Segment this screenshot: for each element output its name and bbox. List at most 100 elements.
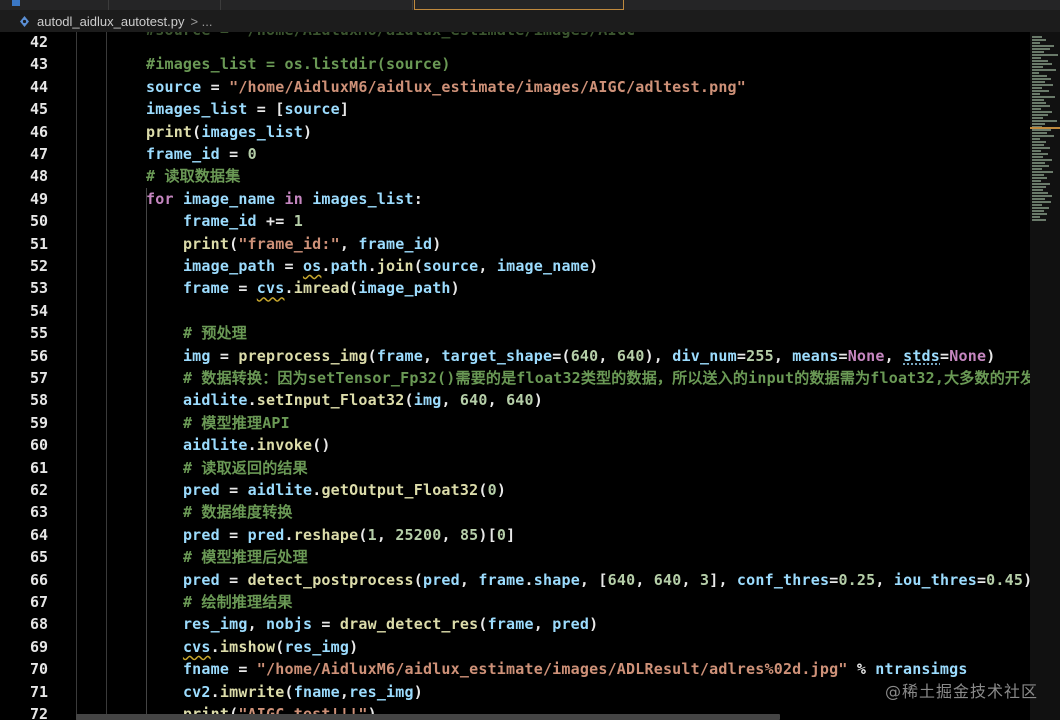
minimap-line <box>1032 138 1040 140</box>
minimap-line <box>1032 219 1046 221</box>
line-number: 72 <box>29 705 48 720</box>
line-number: 58 <box>29 391 48 410</box>
code-editor[interactable]: #source = "/home/AidluxM6/aidlux_estimat… <box>0 32 1030 720</box>
minimap-line <box>1032 54 1058 56</box>
line-number: 48 <box>29 167 48 186</box>
minimap-line <box>1032 69 1056 71</box>
minimap-line <box>1032 99 1044 101</box>
code-line: 60 aidlite.invoke() <box>0 434 1030 456</box>
minimap-line <box>1032 144 1044 146</box>
minimap-line <box>1032 75 1047 77</box>
minimap-line <box>1032 156 1043 158</box>
editor-tab[interactable] <box>222 0 413 10</box>
code-line: 48 # 读取数据集 <box>0 165 1030 187</box>
minimap-line <box>1032 198 1045 200</box>
minimap-line <box>1032 78 1051 80</box>
code-line: 54 <box>0 300 1030 322</box>
minimap-line <box>1032 171 1053 173</box>
code-line: 68 res_img, nobjs = draw_detect_res(fram… <box>0 613 1030 635</box>
minimap-line <box>1032 204 1042 206</box>
minimap-line <box>1032 210 1044 212</box>
line-number: 52 <box>29 257 48 275</box>
code-line: 53 frame = cvs.imread(image_path) <box>0 277 1030 299</box>
code-line: 45 images_list = [source] <box>0 98 1030 120</box>
line-number: 53 <box>29 279 48 298</box>
code-text: frame_id += 1 <box>182 212 303 231</box>
minimap-line <box>1032 168 1042 170</box>
code-line: 67 # 绘制推理结果 <box>0 591 1030 613</box>
minimap-line <box>1032 39 1046 41</box>
code-line: 58 aidlite.setInput_Float32(img, 640, 64… <box>0 389 1030 411</box>
line-number: 44 <box>29 77 48 96</box>
code-text: # 模型推理API <box>182 413 290 432</box>
minimap-line <box>1032 87 1042 89</box>
code-text: image_path = os.path.join(source, image_… <box>182 257 599 275</box>
line-number: 59 <box>29 413 48 432</box>
minimap-line <box>1032 177 1047 179</box>
breadcrumb-filename[interactable]: autodl_aidlux_autotest.py <box>37 14 184 29</box>
minimap-line <box>1032 84 1053 86</box>
code-text: pred = detect_postprocess(pred, frame.sh… <box>182 570 1030 589</box>
line-number: 49 <box>29 189 48 208</box>
breadcrumb: autodl_aidlux_autotest.py > ... <box>0 10 1060 32</box>
minimap-line <box>1032 192 1048 194</box>
code-line: 64 pred = pred.reshape(1, 25200, 85)[0] <box>0 524 1030 546</box>
minimap-line <box>1032 51 1044 53</box>
minimap-line <box>1032 66 1043 68</box>
code-text: source = "/home/AidluxM6/aidlux_estimate… <box>146 77 747 96</box>
code-text: print(images_list) <box>146 122 313 141</box>
code-text: aidlite.invoke() <box>182 436 331 455</box>
minimap-line <box>1032 57 1041 59</box>
code-line: 44 source = "/home/AidluxM6/aidlux_estima… <box>0 76 1030 98</box>
line-number: 46 <box>29 122 48 141</box>
minimap-line <box>1032 150 1041 152</box>
minimap-line <box>1032 201 1051 203</box>
editor-tab[interactable] <box>0 0 109 10</box>
line-number: 68 <box>29 615 48 634</box>
code-line: 56 img = preprocess_img(frame, target_sh… <box>0 345 1030 367</box>
code-text: # 数据转换：因为setTensor_Fp32()需要的是float32类型的数… <box>182 369 1030 387</box>
minimap-line <box>1032 213 1047 215</box>
editor-tab-strip <box>0 0 1060 10</box>
line-number: 70 <box>29 660 48 679</box>
code-text: # 读取返回的结果 <box>182 458 308 477</box>
line-number: 64 <box>29 525 48 544</box>
watermark: @稀土掘金技术社区 <box>884 682 1038 701</box>
code-line: 71 cv2.imwrite(fname,res_img) <box>0 681 1030 703</box>
line-number: 42 <box>29 33 48 51</box>
line-number: 60 <box>29 436 48 455</box>
minimap-line <box>1032 159 1052 161</box>
code-text: res_img, nobjs = draw_detect_res(frame, … <box>182 615 599 634</box>
minimap-line <box>1032 120 1057 122</box>
minimap-line <box>1032 63 1052 65</box>
minimap-line <box>1032 72 1039 74</box>
code-line: 63 # 数据维度转换 <box>0 501 1030 523</box>
line-number: 54 <box>29 301 48 320</box>
code-text: # 绘制推理结果 <box>182 593 293 611</box>
horizontal-scrollbar[interactable] <box>76 714 780 720</box>
minimap-line <box>1032 216 1040 218</box>
minimap-line <box>1032 186 1046 188</box>
editor-tab[interactable] <box>110 0 221 10</box>
code-line: 69 cvs.imshow(res_img) <box>0 636 1030 658</box>
editor-tab-active[interactable] <box>414 0 624 10</box>
line-number: 61 <box>29 458 48 477</box>
minimap-line <box>1032 174 1044 176</box>
line-number: 66 <box>29 570 48 589</box>
minimap-line <box>1032 162 1045 164</box>
file-icon <box>12 0 20 6</box>
code-line: 47 frame_id = 0 <box>0 143 1030 165</box>
minimap[interactable] <box>1030 32 1060 720</box>
minimap-line <box>1032 129 1051 131</box>
code-text: pred = pred.reshape(1, 25200, 85)[0] <box>182 525 516 544</box>
code-line: 62 pred = aidlite.getOutput_Float32(0) <box>0 479 1030 501</box>
line-number: 50 <box>29 212 48 231</box>
code-text: print("frame_id:", frame_id) <box>182 234 442 253</box>
breadcrumb-separator[interactable]: > ... <box>190 14 212 29</box>
code-line: 55 # 预处理 <box>0 322 1030 344</box>
line-number: 45 <box>29 100 48 119</box>
code-text: # 预处理 <box>182 324 247 343</box>
minimap-line <box>1032 180 1041 182</box>
line-number: 65 <box>29 548 48 567</box>
minimap-line <box>1032 207 1049 209</box>
